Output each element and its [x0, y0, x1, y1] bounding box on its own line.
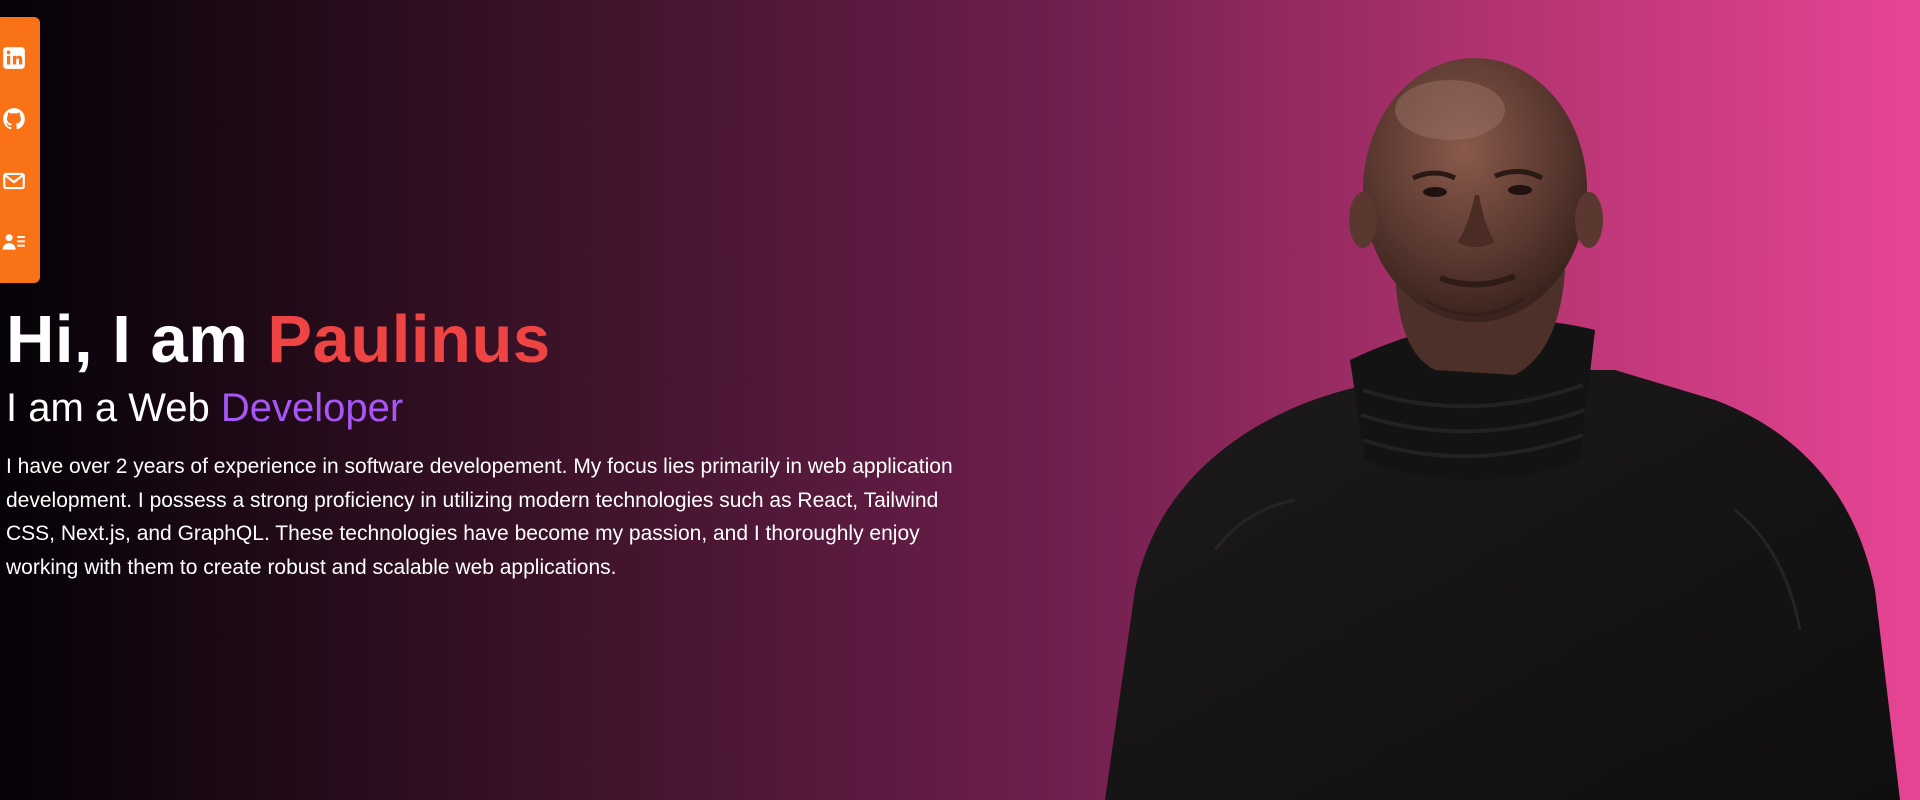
intro-section: Hi, I am Paulinus I am a Web Developer I…	[6, 300, 986, 584]
email-link[interactable]	[0, 166, 29, 196]
linkedin-link[interactable]	[0, 43, 29, 73]
hero-section: Hi, I am Paulinus I am a Web Developer I…	[0, 0, 1920, 800]
role-highlight: Developer	[220, 386, 404, 430]
linkedin-icon	[1, 45, 27, 71]
role-prefix: I am a Web	[6, 386, 221, 430]
github-icon	[1, 106, 27, 132]
github-link[interactable]	[0, 104, 29, 134]
resume-icon	[1, 229, 27, 255]
greeting-heading: Hi, I am Paulinus	[6, 300, 986, 380]
bio-paragraph: I have over 2 years of experience in sof…	[6, 455, 953, 579]
profile-photo	[1095, 30, 1920, 800]
name-highlight: Paulinus	[267, 302, 551, 377]
role-heading: I am a Web Developer	[6, 384, 986, 432]
resume-link[interactable]	[0, 227, 29, 257]
greeting-prefix: Hi, I am	[6, 302, 268, 377]
mail-icon	[1, 168, 27, 194]
social-sidebar	[0, 17, 40, 283]
